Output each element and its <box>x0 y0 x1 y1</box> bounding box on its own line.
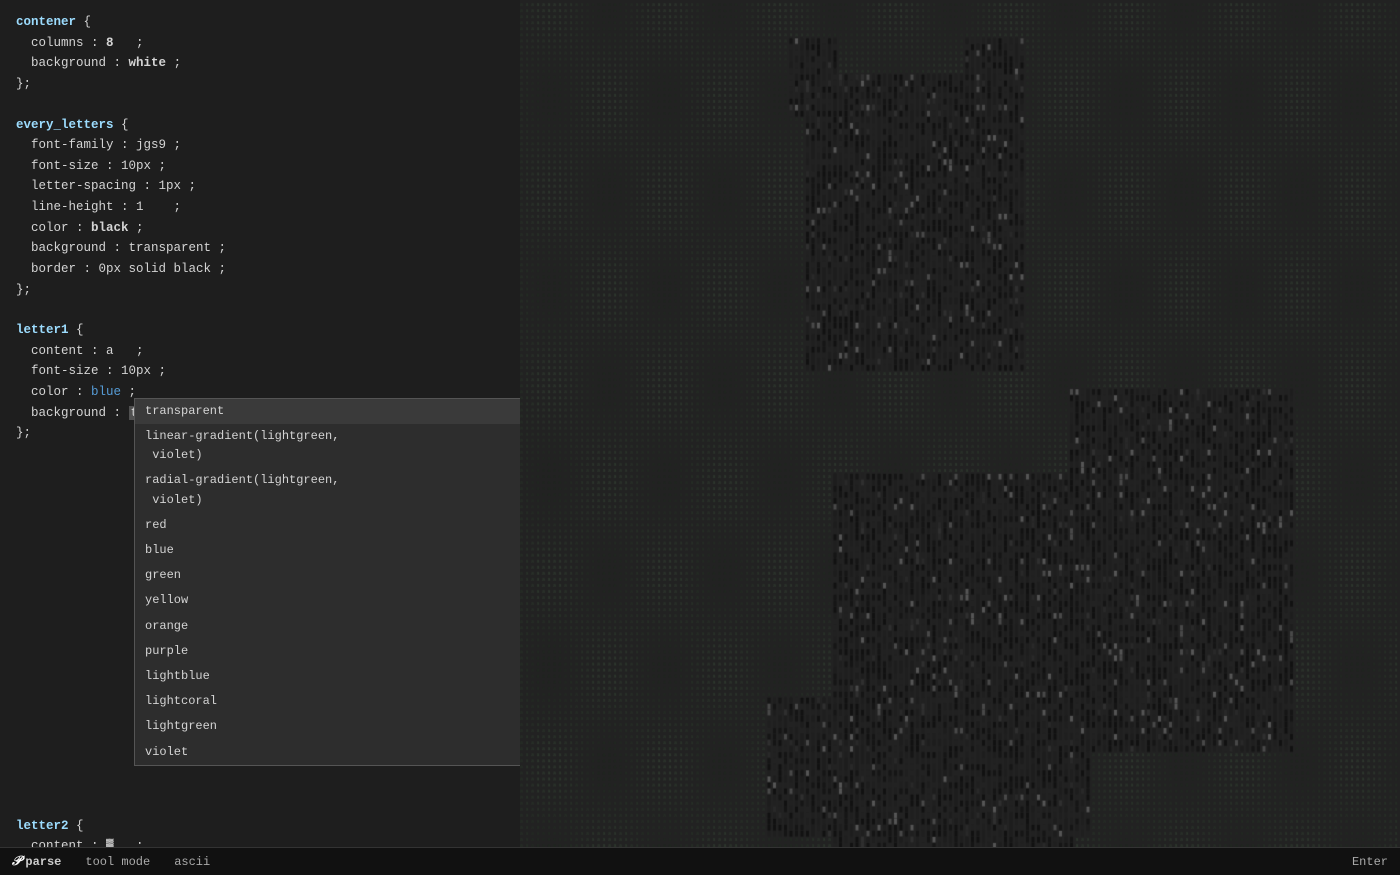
dropdown-option-blue[interactable]: blue <box>135 538 520 563</box>
dropdown-option-orange[interactable]: orange <box>135 614 520 639</box>
dropdown-option-red[interactable]: red <box>135 513 520 538</box>
toolbar: 𝒫 parse tool mode ascii Enter <box>0 847 1400 875</box>
brand-name: parse <box>25 855 61 869</box>
brand-logo: 𝒫 parse <box>12 854 61 869</box>
dropdown-option-green[interactable]: green <box>135 563 520 588</box>
code-block-letter2: letter2 { content : ▓ ; font-size : 10px… <box>16 816 504 847</box>
toolbar-enter[interactable]: Enter <box>1352 855 1388 869</box>
dropdown-option-yellow[interactable]: yellow <box>135 588 520 613</box>
dropdown-option-lightgreen[interactable]: lightgreen <box>135 714 520 739</box>
code-block-letter1: letter1 { content : a ; font-size : 10px… <box>16 320 504 804</box>
toolbar-ascii[interactable]: ascii <box>174 855 210 869</box>
dropdown-option-linear-gradient[interactable]: linear-gradient(lightgreen, violet) <box>135 424 520 468</box>
dropdown-option-purple[interactable]: purple <box>135 639 520 664</box>
selector-contener: contener <box>16 15 76 29</box>
prop-columns: columns : 8 ; <box>31 36 144 50</box>
code-block-contener: contener { columns : 8 ; background : wh… <box>16 12 504 95</box>
dropdown-option-lightblue[interactable]: lightblue <box>135 664 520 689</box>
background-dropdown[interactable]: transparent linear-gradient(lightgreen, … <box>134 398 520 766</box>
dropdown-option-transparent[interactable]: transparent <box>135 399 520 424</box>
selector-letter1: letter1 <box>16 323 69 337</box>
main-area: contener { columns : 8 ; background : wh… <box>0 0 1400 847</box>
code-block-every-letters: every_letters { font-family : jgs9 ; fon… <box>16 115 504 301</box>
ascii-canvas <box>520 0 1400 847</box>
toolbar-tool-mode[interactable]: tool mode <box>85 855 150 869</box>
selector-letter2: letter2 <box>16 819 69 833</box>
dropdown-option-violet[interactable]: violet <box>135 740 520 765</box>
dropdown-option-radial-gradient[interactable]: radial-gradient(lightgreen, violet) <box>135 468 520 512</box>
prop-background: background : white ; <box>31 56 181 70</box>
code-panel: contener { columns : 8 ; background : wh… <box>0 0 520 847</box>
brand-icon: 𝒫 <box>12 854 21 869</box>
ascii-art-wrapper <box>520 0 1400 847</box>
value-blue: blue <box>91 385 121 399</box>
selector-every-letters: every_letters <box>16 118 114 132</box>
canvas-panel <box>520 0 1400 847</box>
dropdown-option-lightcoral[interactable]: lightcoral <box>135 689 520 714</box>
